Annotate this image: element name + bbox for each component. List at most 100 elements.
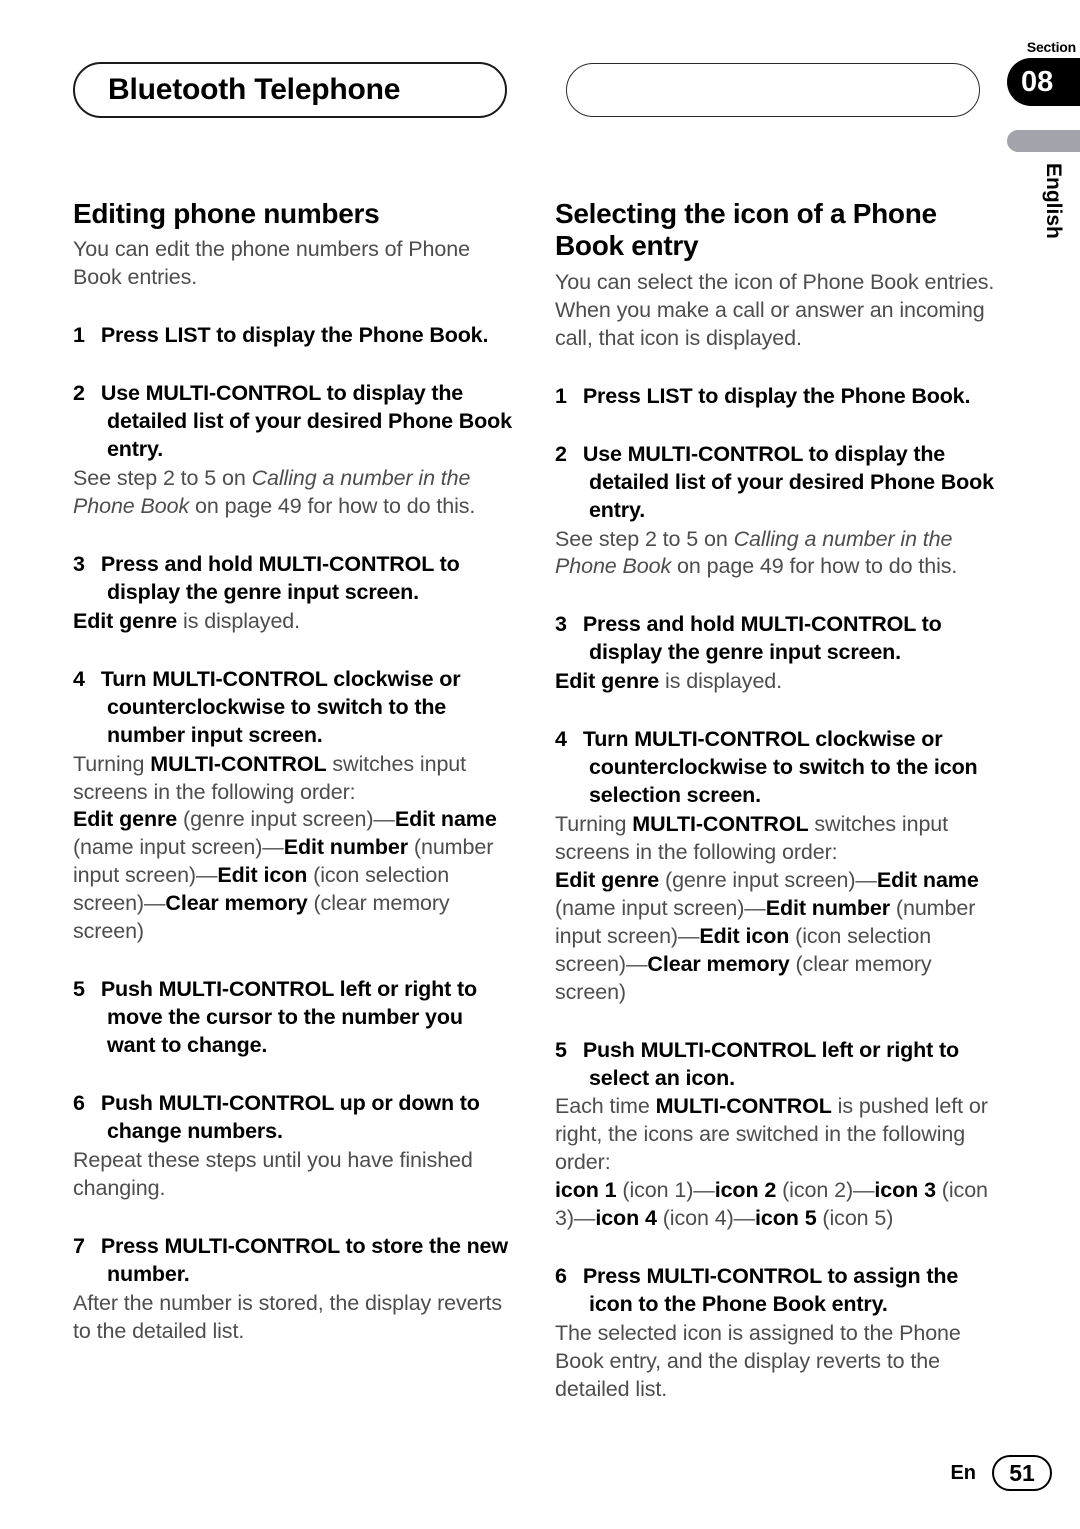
step-body: Repeat these steps until you have finish… <box>73 1147 513 1203</box>
step-number: 5 <box>555 1037 567 1062</box>
step-heading-text: Press and hold MULTI-CONTROL to display … <box>100 551 460 604</box>
step-heading-text: Press MULTI-CONTROL to assign the icon t… <box>582 1264 959 1317</box>
body-text: (icon 1)— <box>616 1178 715 1203</box>
step-heading-text: Turn MULTI-CONTROL clockwise or counterc… <box>100 666 461 747</box>
language-bar <box>1007 130 1080 152</box>
body-text: (icon 4)— <box>656 1206 756 1231</box>
body-text: Each time <box>555 1094 656 1119</box>
step: 6 Push MULTI-CONTROL up or down to change… <box>73 1090 513 1203</box>
emphasis-bold: Edit genre <box>555 867 660 892</box>
emphasis-bold: Edit name <box>394 807 497 832</box>
emphasis-bold: icon 3 <box>874 1178 936 1203</box>
step-heading-text: Press MULTI-CONTROL to store the new num… <box>100 1233 508 1286</box>
step: 5 Push MULTI-CONTROL left or right to mov… <box>73 976 513 1060</box>
emphasis-bold: MULTI-CONTROL <box>655 1094 832 1119</box>
step: 4 Turn MULTI-CONTROL clockwise or counter… <box>555 726 995 1006</box>
step-body: After the number is stored, the display … <box>73 1290 513 1346</box>
step: 3 Press and hold MULTI-CONTROL to display… <box>555 611 995 696</box>
step-number: 6 <box>73 1090 85 1115</box>
step-body: The selected icon is assigned to the Pho… <box>555 1320 995 1404</box>
step-body: See step 2 to 5 on Calling a number in t… <box>555 526 995 582</box>
step-number: 6 <box>555 1264 567 1289</box>
step: 4 Turn MULTI-CONTROL clockwise or counter… <box>73 666 513 946</box>
step-number: 1 <box>555 383 567 408</box>
language-label: English <box>1042 163 1065 239</box>
body-text: is displayed. <box>659 669 783 694</box>
page-footer: En 51 <box>950 1455 1052 1491</box>
body-text: The selected icon is assigned to the Pho… <box>555 1321 961 1401</box>
step-heading-text: Push MULTI-CONTROL left or right to move… <box>100 977 477 1058</box>
left-section-intro: You can edit the phone numbers of Phone … <box>73 237 470 290</box>
body-text: (icon 2)— <box>776 1178 875 1203</box>
emphasis-bold: Clear memory <box>647 951 790 976</box>
step-heading: 6 Push MULTI-CONTROL up or down to change… <box>73 1090 513 1146</box>
body-text: Turning <box>555 812 633 836</box>
step-heading: 5 Push MULTI-CONTROL left or right to mov… <box>73 976 513 1060</box>
step-heading: 1 Press LIST to display the Phone Book. <box>73 322 513 350</box>
body-text: is displayed. <box>177 608 301 633</box>
step-heading-text: Press LIST to display the Phone Book. <box>100 323 489 348</box>
step: 2 Use MULTI-CONTROL to display the detail… <box>555 441 995 582</box>
step: 6 Press MULTI-CONTROL to assign the icon … <box>555 1263 995 1404</box>
body-text: Repeat these steps until you have finish… <box>73 1147 473 1200</box>
emphasis-bold: Clear memory <box>165 891 308 916</box>
page-header: Bluetooth Telephone Section 08 English <box>0 0 1080 239</box>
step-heading-text: Turn MULTI-CONTROL clockwise or counterc… <box>582 727 978 808</box>
emphasis-bold: icon 2 <box>714 1178 777 1203</box>
step: 2 Use MULTI-CONTROL to display the detail… <box>73 380 513 521</box>
step-number: 1 <box>73 323 85 348</box>
section-number: 08 <box>1021 65 1054 98</box>
step-heading: 6 Press MULTI-CONTROL to assign the icon … <box>555 1263 995 1319</box>
step-number: 7 <box>73 1233 85 1258</box>
body-text: (genre input screen)— <box>177 807 395 832</box>
step-number: 2 <box>73 381 85 406</box>
step-body: See step 2 to 5 on Calling a number in t… <box>73 465 513 521</box>
emphasis-bold: icon 1 <box>555 1178 617 1203</box>
step-heading: 4 Turn MULTI-CONTROL clockwise or counter… <box>555 726 995 810</box>
emphasis-bold: Edit genre <box>73 807 178 832</box>
left-step-list: 1 Press LIST to display the Phone Book. 2 U… <box>73 322 513 1345</box>
body-text: on page 49 for how to do this. <box>189 494 476 519</box>
section-label: Section <box>1026 39 1076 55</box>
step: 3 Press and hold MULTI-CONTROL to display… <box>73 551 513 636</box>
blank-header-pill <box>566 63 980 117</box>
step: 7 Press MULTI-CONTROL to store the new nu… <box>73 1233 513 1346</box>
right-column: Selecting the icon of a Phone Book entry… <box>555 198 995 1404</box>
left-section-heading: Editing phone numbers <box>73 198 380 229</box>
emphasis-bold: Edit name <box>876 867 979 892</box>
step-body: Edit genre is displayed. <box>73 608 513 636</box>
step-body: Edit genre is displayed. <box>555 668 995 696</box>
step-number: 3 <box>555 612 567 637</box>
step: 1 Press LIST to display the Phone Book. <box>555 383 995 411</box>
step: 5 Push MULTI-CONTROL left or right to sel… <box>555 1037 995 1234</box>
step-heading: 2 Use MULTI-CONTROL to display the detail… <box>555 441 995 525</box>
body-text: (name input screen)— <box>555 895 766 920</box>
emphasis-bold: icon 4 <box>595 1206 657 1231</box>
step-number: 2 <box>555 441 567 466</box>
step-body: Turning MULTI-CONTROL switches input scr… <box>555 811 995 1007</box>
body-text: After the number is stored, the display … <box>73 1290 503 1343</box>
body-text: (genre input screen)— <box>659 867 877 892</box>
emphasis-bold: Edit icon <box>699 923 790 948</box>
step-number: 4 <box>73 666 85 691</box>
step-heading: 4 Turn MULTI-CONTROL clockwise or counter… <box>73 666 513 750</box>
step-number: 5 <box>73 977 85 1002</box>
emphasis-bold: Edit number <box>765 895 891 920</box>
body-text: on page 49 for how to do this. <box>671 554 958 579</box>
right-step-list: 1 Press LIST to display the Phone Book. 2 U… <box>555 383 995 1404</box>
step-heading: 3 Press and hold MULTI-CONTROL to display… <box>555 611 995 667</box>
step-heading: 1 Press LIST to display the Phone Book. <box>555 383 995 411</box>
step-heading-text: Push MULTI-CONTROL up or down to change … <box>100 1090 480 1143</box>
step-heading-text: Press and hold MULTI-CONTROL to display … <box>582 612 942 665</box>
emphasis-bold: Edit icon <box>217 863 308 888</box>
step-heading: 7 Press MULTI-CONTROL to store the new nu… <box>73 1233 513 1289</box>
step-heading-text: Use MULTI-CONTROL to display the detaile… <box>100 381 512 462</box>
footer-language-code: En <box>950 1462 976 1484</box>
step-heading: 5 Push MULTI-CONTROL left or right to sel… <box>555 1037 995 1093</box>
right-section-intro: You can select the icon of Phone Book en… <box>555 269 995 350</box>
emphasis-bold: MULTI-CONTROL <box>150 751 327 776</box>
step-body: Turning MULTI-CONTROL switches input scr… <box>73 751 513 947</box>
body-text: (name input screen)— <box>73 835 284 860</box>
step-heading-text: Press LIST to display the Phone Book. <box>582 383 971 408</box>
step-heading: 2 Use MULTI-CONTROL to display the detail… <box>73 380 513 464</box>
